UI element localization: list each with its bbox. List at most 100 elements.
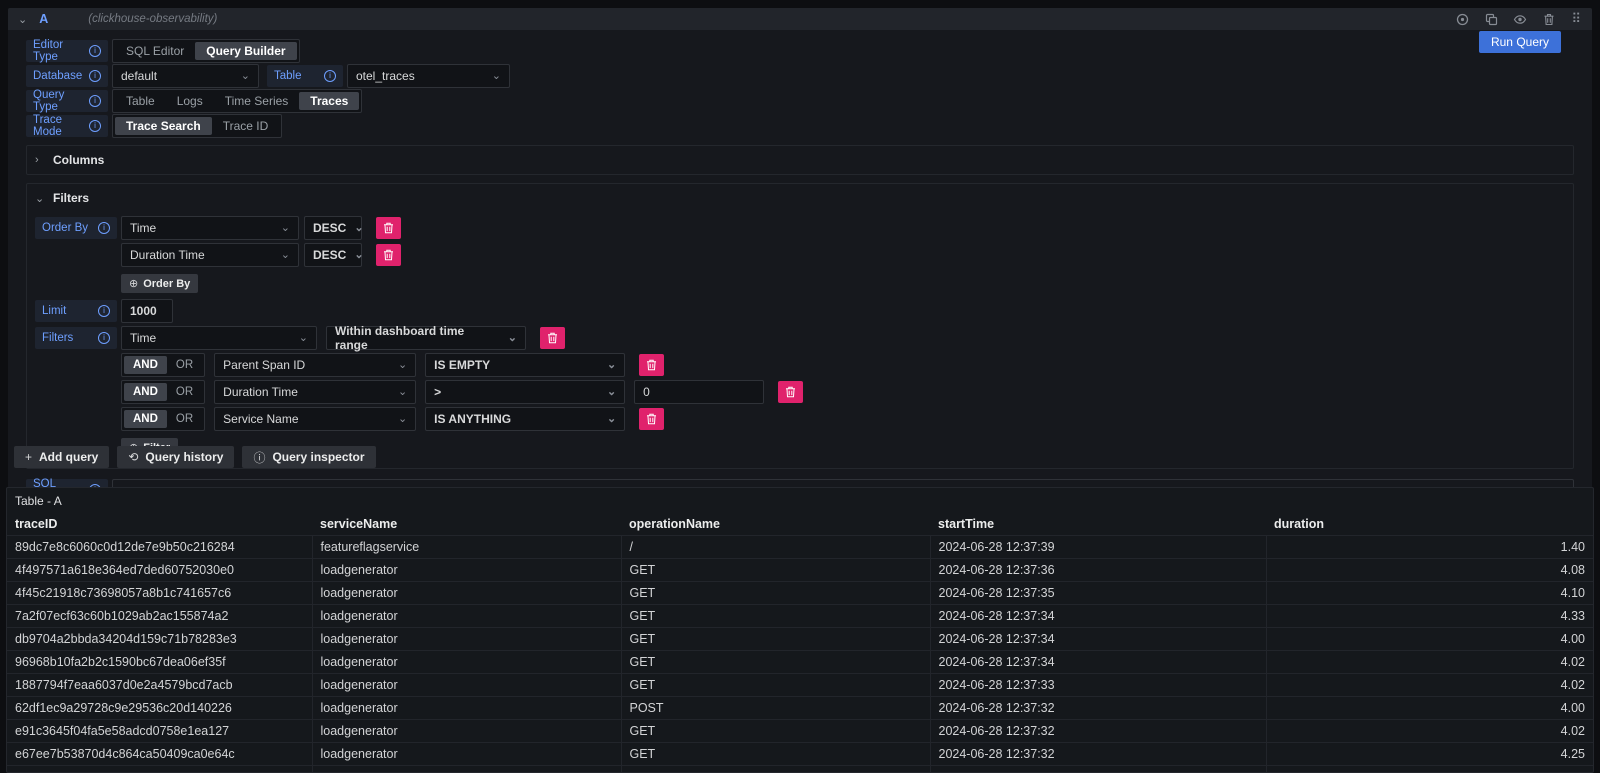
trace-id-cell[interactable]: e67ee7b53870d4c864ca50409ca0e64c [7,743,312,766]
column-header-servicename[interactable]: serviceName [312,513,621,536]
limit-input[interactable]: 1000 [121,299,173,323]
table-header-row: traceID serviceName operationName startT… [7,513,1593,536]
filter-field-select[interactable]: Duration Time⌄ [214,380,416,404]
table-row: e91c3645f04fa5e58adcd0758e1ea127loadgene… [7,720,1593,743]
filter-field-select[interactable]: Service Name⌄ [214,407,416,431]
and-option[interactable]: AND [124,410,167,428]
trace-id-cell[interactable]: 7a2f07ecf63c60b1029ab2ac155874a2 [7,605,312,628]
columns-section-header[interactable]: › Columns [35,151,1565,169]
trace-id-cell[interactable]: e91c3645f04fa5e58adcd0758e1ea127 [7,720,312,743]
remove-filter-button[interactable] [639,354,664,376]
operation-name-cell: GET [621,743,930,766]
query-type-table[interactable]: Table [115,92,166,110]
or-option[interactable]: OR [167,383,202,401]
trash-icon [785,386,796,398]
query-inspector-button[interactable]: ⓘ Query inspector [242,446,375,468]
trace-id-cell[interactable]: 4f45c21918c73698057a8b1c741657c6 [7,582,312,605]
service-name-cell: featureflagservice [312,536,621,559]
filter-value-input[interactable]: 0 [634,380,764,404]
table-row: 1887794f7eaa6037d0e2a4579bcd7acbloadgene… [7,674,1593,697]
query-type-logs[interactable]: Logs [166,92,214,110]
info-icon[interactable]: i [89,70,101,82]
trace-mode-trace-id[interactable]: Trace ID [212,117,280,135]
column-header-starttime[interactable]: startTime [930,513,1266,536]
operation-name-cell: GET [621,582,930,605]
info-icon[interactable]: i [98,332,110,344]
duration-cell: 1.40 [1266,536,1593,559]
trace-id-cell[interactable]: 62df1ec9a29728c9e29536c20d140226 [7,697,312,720]
collapse-chevron-icon[interactable]: ⌄ [18,13,27,26]
info-icon[interactable]: i [89,120,101,132]
start-time-cell: 2024-06-28 12:37:35 [930,582,1266,605]
filter-operator-select[interactable]: IS ANYTHING⌄ [425,407,625,431]
plus-circle-icon: ⊕ [129,277,138,290]
table-row: 4f497571a618e364ed7ded60752030e0loadgene… [7,559,1593,582]
remove-filter-button[interactable] [778,381,803,403]
chevron-down-icon: ⌄ [607,388,616,396]
trace-mode-row: Trace Mode i Trace Search Trace ID [26,115,1574,137]
editor-type-query-builder[interactable]: Query Builder [195,42,296,60]
order-by-direction-select[interactable]: DESC⌄ [304,216,362,240]
trash-icon [383,222,394,234]
query-history-button[interactable]: ⟲ Query history [117,446,234,468]
table-select[interactable]: otel_traces⌄ [347,64,510,88]
add-order-by-button[interactable]: ⊕ Order By [121,274,198,293]
filter-field-select[interactable]: Parent Span ID⌄ [214,353,416,377]
filter-field-select[interactable]: Time⌄ [121,326,317,350]
filters-section: ⌄ Filters Order By i Time⌄ DESC⌄ [26,183,1574,469]
operation-name-cell: GET [621,720,930,743]
filter-operator-select[interactable]: IS EMPTY⌄ [425,353,625,377]
start-time-cell: 2024-06-28 12:37:32 [930,720,1266,743]
help-icon[interactable] [1455,12,1469,26]
add-query-button[interactable]: + Add query [14,446,109,468]
remove-filter-button[interactable] [639,408,664,430]
and-option[interactable]: AND [124,383,167,401]
editor-type-sql-editor[interactable]: SQL Editor [115,42,195,60]
remove-order-by-button[interactable] [376,217,401,239]
start-time-cell [930,766,1266,773]
info-icon[interactable]: i [324,70,336,82]
chevron-down-icon: ⌄ [492,72,501,80]
query-type-time-series[interactable]: Time Series [214,92,300,110]
drag-handle-icon[interactable]: ⠿ [1571,11,1582,27]
order-by-field-select[interactable]: Duration Time⌄ [121,243,299,267]
filters-section-header[interactable]: ⌄ Filters [35,189,1565,207]
hide-response-eye-icon[interactable] [1513,12,1527,26]
query-type-traces[interactable]: Traces [299,92,359,110]
remove-filter-button[interactable] [540,327,565,349]
trace-id-cell[interactable]: db9704a2bbda34204d159c71b78283e3 [7,628,312,651]
trace-id-cell[interactable]: 89dc7e8c6060c0d12de7e9b50c216284 [7,536,312,559]
filter-operator-select[interactable]: Within dashboard time range⌄ [326,326,526,350]
trace-id-cell[interactable] [7,766,312,773]
duplicate-query-icon[interactable] [1484,12,1498,26]
order-by-field-select[interactable]: Time⌄ [121,216,299,240]
trace-id-cell[interactable]: 4f497571a618e364ed7ded60752030e0 [7,559,312,582]
or-option[interactable]: OR [167,356,202,374]
column-header-duration[interactable]: duration [1266,513,1593,536]
info-icon[interactable]: i [89,45,101,57]
service-name-cell: loadgenerator [312,559,621,582]
info-icon[interactable]: i [98,305,110,317]
column-header-operationname[interactable]: operationName [621,513,930,536]
info-icon[interactable]: i [98,222,110,234]
order-by-direction-select[interactable]: DESC⌄ [304,243,362,267]
service-name-cell: loadgenerator [312,743,621,766]
and-option[interactable]: AND [124,356,167,374]
remove-order-by-button[interactable] [376,244,401,266]
filters-section-title: Filters [53,191,89,205]
operation-name-cell: GET [621,559,930,582]
chevron-down-icon: ⌄ [398,388,407,396]
service-name-cell: loadgenerator [312,582,621,605]
trash-icon [383,249,394,261]
remove-query-trash-icon[interactable] [1542,12,1556,26]
trace-id-cell[interactable]: 96968b10fa2b2c1590bc67dea06ef35f [7,651,312,674]
table-row: 96968b10fa2b2c1590bc67dea06ef35floadgene… [7,651,1593,674]
trace-id-cell[interactable]: 1887794f7eaa6037d0e2a4579bcd7acb [7,674,312,697]
database-select[interactable]: default⌄ [112,64,259,88]
trace-mode-trace-search[interactable]: Trace Search [115,117,212,135]
column-header-traceid[interactable]: traceID [7,513,312,536]
or-option[interactable]: OR [167,410,202,428]
database-label: Database i [26,65,108,87]
filter-operator-select[interactable]: >⌄ [425,380,625,404]
info-icon[interactable]: i [89,95,101,107]
